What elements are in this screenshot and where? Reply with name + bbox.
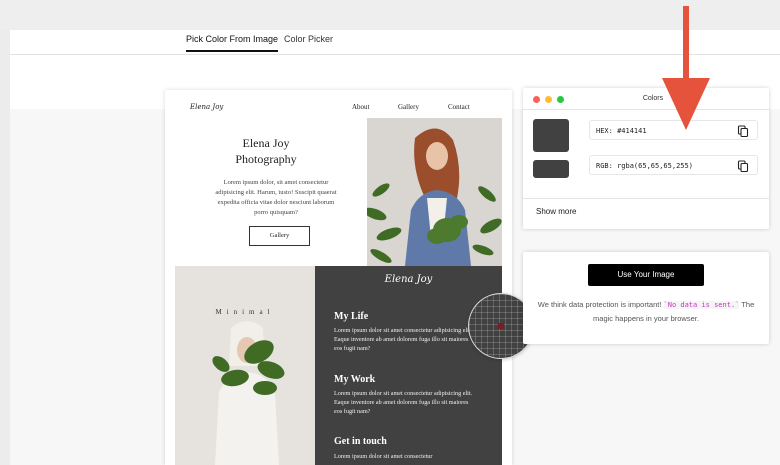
rgb-value: RGB: rgba(65,65,65,255)	[596, 162, 693, 170]
preview-gallery-button: Gallery	[249, 226, 310, 246]
preview-section-body: Lorem ipsum dolor sit amet consectetur	[334, 453, 433, 460]
colors-panel: Colors HEX: #414141 RGB: rgba(65,65,65,2…	[523, 88, 769, 229]
annotation-arrow	[662, 6, 710, 130]
show-more-link[interactable]: Show more	[536, 207, 576, 216]
color-swatch-rgb	[533, 160, 569, 178]
copy-icon[interactable]	[737, 160, 749, 172]
arrow-head	[662, 78, 710, 130]
copy-icon[interactable]	[737, 125, 749, 137]
preview-dark-section: Elena Joy My Life Lorem ipsum dolor sit …	[315, 266, 502, 465]
window-close-dot	[533, 96, 540, 103]
preview-section-body: Lorem ipsum dolor sit amet consectetur a…	[334, 390, 473, 415]
tab-pick-color-from-image[interactable]: Pick Color From Image	[186, 34, 279, 52]
preview-section-heading: My Life	[334, 311, 369, 322]
preview-nav: Elena Joy About Gallery Contact	[165, 90, 512, 118]
color-swatch-hex	[533, 119, 569, 152]
privacy-notice: We think data protection is important! `…	[533, 298, 759, 326]
arrow-shaft	[683, 6, 689, 80]
colors-panel-title: Colors	[642, 95, 664, 102]
preview-nav-about: About	[352, 103, 370, 111]
preview-hero-title-line1: Elena Joy	[242, 136, 290, 150]
preview-nav-gallery: Gallery	[398, 103, 419, 111]
preview-section-heading: Get in touch	[334, 436, 387, 447]
preview-hero-photo	[367, 118, 502, 266]
divider	[523, 198, 769, 199]
privacy-text-start: We think data protection is important!	[537, 300, 664, 309]
loupe-center-pixel	[498, 323, 504, 329]
preview-minimal-label: Minimal	[215, 308, 275, 316]
preview-hero-title-line2: Photography	[235, 152, 297, 166]
use-image-panel: Use Your Image We think data protection …	[523, 252, 769, 344]
preview-dark-logo: Elena Joy	[384, 274, 433, 285]
preview-logo: Elena Joy	[190, 103, 224, 111]
preview-section-heading: My Work	[334, 374, 376, 385]
privacy-code: `No data is sent.`	[663, 301, 740, 309]
divider	[523, 109, 769, 110]
use-your-image-button[interactable]: Use Your Image	[588, 264, 704, 286]
hex-value: HEX: #414141	[596, 127, 647, 135]
image-preview[interactable]: Elena Joy About Gallery Contact Elena Jo…	[165, 90, 512, 465]
preview-nav-contact: Contact	[448, 103, 470, 111]
tab-color-picker[interactable]: Color Picker	[284, 34, 333, 44]
preview-hero: Elena Joy Photography Lorem ipsum dolor,…	[165, 118, 367, 266]
preview-section-body: Lorem ipsum dolor sit amet consectetur a…	[334, 327, 473, 352]
preview-hero-body: Lorem ipsum dolor, sit amet consectetur …	[215, 179, 337, 216]
rgb-value-field[interactable]: RGB: rgba(65,65,65,255)	[589, 155, 758, 175]
preview-minimal-photo: Minimal	[175, 266, 315, 465]
